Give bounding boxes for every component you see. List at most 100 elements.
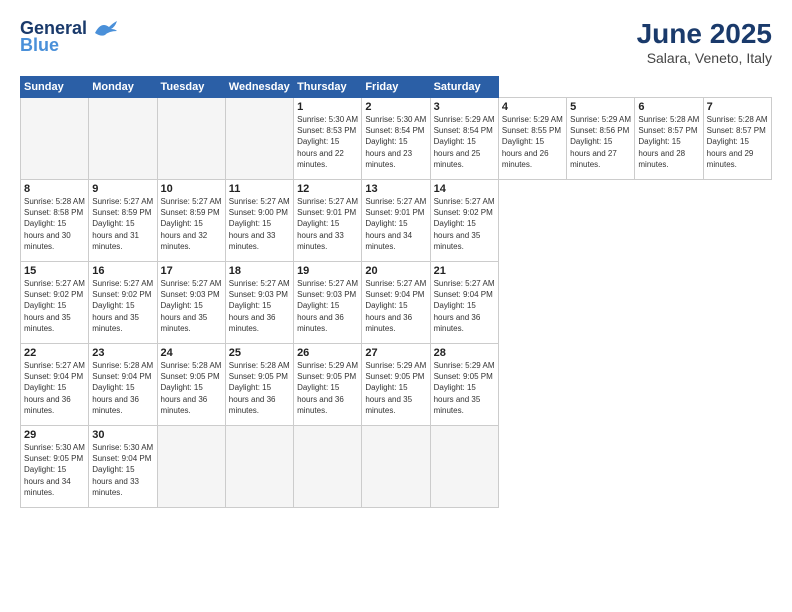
page: General Blue June 2025 Salara, Veneto, I… bbox=[0, 0, 792, 612]
table-cell bbox=[225, 426, 293, 508]
table-cell: 17Sunrise: 5:27 AMSunset: 9:03 PMDayligh… bbox=[157, 262, 225, 344]
col-monday: Monday bbox=[89, 77, 157, 98]
day-info: Sunrise: 5:29 AMSunset: 9:05 PMDaylight:… bbox=[365, 360, 426, 416]
day-info: Sunrise: 5:27 AMSunset: 9:01 PMDaylight:… bbox=[365, 196, 426, 252]
day-number: 3 bbox=[434, 101, 495, 113]
table-cell: 5Sunrise: 5:29 AMSunset: 8:56 PMDaylight… bbox=[567, 98, 635, 180]
table-cell: 30Sunrise: 5:30 AMSunset: 9:04 PMDayligh… bbox=[89, 426, 157, 508]
day-number: 4 bbox=[502, 101, 563, 113]
day-info: Sunrise: 5:27 AMSunset: 9:02 PMDaylight:… bbox=[24, 278, 85, 334]
table-cell: 28Sunrise: 5:29 AMSunset: 9:05 PMDayligh… bbox=[430, 344, 498, 426]
logo-bird-icon bbox=[91, 19, 119, 39]
day-info: Sunrise: 5:27 AMSunset: 9:04 PMDaylight:… bbox=[434, 278, 495, 334]
day-info: Sunrise: 5:30 AMSunset: 9:04 PMDaylight:… bbox=[92, 442, 153, 498]
day-info: Sunrise: 5:27 AMSunset: 9:02 PMDaylight:… bbox=[92, 278, 153, 334]
day-number: 2 bbox=[365, 101, 426, 113]
day-info: Sunrise: 5:27 AMSunset: 9:00 PMDaylight:… bbox=[229, 196, 290, 252]
day-info: Sunrise: 5:30 AMSunset: 9:05 PMDaylight:… bbox=[24, 442, 85, 498]
day-number: 7 bbox=[707, 101, 768, 113]
day-number: 16 bbox=[92, 265, 153, 277]
header: General Blue June 2025 Salara, Veneto, I… bbox=[20, 18, 772, 66]
table-cell: 21Sunrise: 5:27 AMSunset: 9:04 PMDayligh… bbox=[430, 262, 498, 344]
day-info: Sunrise: 5:27 AMSunset: 8:59 PMDaylight:… bbox=[92, 196, 153, 252]
table-cell: 25Sunrise: 5:28 AMSunset: 9:05 PMDayligh… bbox=[225, 344, 293, 426]
header-row: Sunday Monday Tuesday Wednesday Thursday… bbox=[21, 77, 772, 98]
table-cell bbox=[21, 98, 89, 180]
table-cell: 6Sunrise: 5:28 AMSunset: 8:57 PMDaylight… bbox=[635, 98, 703, 180]
table-cell bbox=[157, 98, 225, 180]
table-cell bbox=[157, 426, 225, 508]
day-info: Sunrise: 5:29 AMSunset: 8:56 PMDaylight:… bbox=[570, 114, 631, 170]
day-number: 27 bbox=[365, 347, 426, 359]
day-info: Sunrise: 5:29 AMSunset: 9:05 PMDaylight:… bbox=[434, 360, 495, 416]
day-number: 8 bbox=[24, 183, 85, 195]
table-cell: 14Sunrise: 5:27 AMSunset: 9:02 PMDayligh… bbox=[430, 180, 498, 262]
table-cell: 1Sunrise: 5:30 AMSunset: 8:53 PMDaylight… bbox=[294, 98, 362, 180]
title-block: June 2025 Salara, Veneto, Italy bbox=[637, 18, 772, 66]
day-number: 12 bbox=[297, 183, 358, 195]
table-cell: 2Sunrise: 5:30 AMSunset: 8:54 PMDaylight… bbox=[362, 98, 430, 180]
day-info: Sunrise: 5:30 AMSunset: 8:54 PMDaylight:… bbox=[365, 114, 426, 170]
table-cell: 11Sunrise: 5:27 AMSunset: 9:00 PMDayligh… bbox=[225, 180, 293, 262]
table-cell: 10Sunrise: 5:27 AMSunset: 8:59 PMDayligh… bbox=[157, 180, 225, 262]
table-cell: 27Sunrise: 5:29 AMSunset: 9:05 PMDayligh… bbox=[362, 344, 430, 426]
day-info: Sunrise: 5:29 AMSunset: 8:55 PMDaylight:… bbox=[502, 114, 563, 170]
table-cell: 23Sunrise: 5:28 AMSunset: 9:04 PMDayligh… bbox=[89, 344, 157, 426]
day-number: 30 bbox=[92, 429, 153, 441]
table-cell: 18Sunrise: 5:27 AMSunset: 9:03 PMDayligh… bbox=[225, 262, 293, 344]
day-info: Sunrise: 5:27 AMSunset: 9:04 PMDaylight:… bbox=[365, 278, 426, 334]
calendar-row: 29Sunrise: 5:30 AMSunset: 9:05 PMDayligh… bbox=[21, 426, 772, 508]
table-cell: 19Sunrise: 5:27 AMSunset: 9:03 PMDayligh… bbox=[294, 262, 362, 344]
day-info: Sunrise: 5:28 AMSunset: 8:57 PMDaylight:… bbox=[638, 114, 699, 170]
day-number: 22 bbox=[24, 347, 85, 359]
table-cell: 9Sunrise: 5:27 AMSunset: 8:59 PMDaylight… bbox=[89, 180, 157, 262]
day-number: 25 bbox=[229, 347, 290, 359]
day-info: Sunrise: 5:30 AMSunset: 8:53 PMDaylight:… bbox=[297, 114, 358, 170]
day-number: 14 bbox=[434, 183, 495, 195]
table-cell bbox=[294, 426, 362, 508]
table-cell: 12Sunrise: 5:27 AMSunset: 9:01 PMDayligh… bbox=[294, 180, 362, 262]
calendar-table: Sunday Monday Tuesday Wednesday Thursday… bbox=[20, 76, 772, 508]
day-info: Sunrise: 5:28 AMSunset: 9:04 PMDaylight:… bbox=[92, 360, 153, 416]
day-info: Sunrise: 5:27 AMSunset: 8:59 PMDaylight:… bbox=[161, 196, 222, 252]
day-info: Sunrise: 5:27 AMSunset: 9:03 PMDaylight:… bbox=[297, 278, 358, 334]
table-cell: 3Sunrise: 5:29 AMSunset: 8:54 PMDaylight… bbox=[430, 98, 498, 180]
day-number: 17 bbox=[161, 265, 222, 277]
table-cell: 13Sunrise: 5:27 AMSunset: 9:01 PMDayligh… bbox=[362, 180, 430, 262]
day-number: 29 bbox=[24, 429, 85, 441]
day-info: Sunrise: 5:27 AMSunset: 9:02 PMDaylight:… bbox=[434, 196, 495, 252]
calendar-row: 22Sunrise: 5:27 AMSunset: 9:04 PMDayligh… bbox=[21, 344, 772, 426]
calendar-body: 1Sunrise: 5:30 AMSunset: 8:53 PMDaylight… bbox=[21, 98, 772, 508]
day-info: Sunrise: 5:28 AMSunset: 8:58 PMDaylight:… bbox=[24, 196, 85, 252]
table-cell: 15Sunrise: 5:27 AMSunset: 9:02 PMDayligh… bbox=[21, 262, 89, 344]
calendar-title: June 2025 bbox=[637, 18, 772, 50]
day-number: 10 bbox=[161, 183, 222, 195]
table-cell: 8Sunrise: 5:28 AMSunset: 8:58 PMDaylight… bbox=[21, 180, 89, 262]
day-info: Sunrise: 5:27 AMSunset: 9:01 PMDaylight:… bbox=[297, 196, 358, 252]
col-thursday: Thursday bbox=[294, 77, 362, 98]
col-friday: Friday bbox=[362, 77, 430, 98]
table-cell: 20Sunrise: 5:27 AMSunset: 9:04 PMDayligh… bbox=[362, 262, 430, 344]
table-cell bbox=[225, 98, 293, 180]
col-tuesday: Tuesday bbox=[157, 77, 225, 98]
day-info: Sunrise: 5:28 AMSunset: 8:57 PMDaylight:… bbox=[707, 114, 768, 170]
day-info: Sunrise: 5:27 AMSunset: 9:04 PMDaylight:… bbox=[24, 360, 85, 416]
day-info: Sunrise: 5:27 AMSunset: 9:03 PMDaylight:… bbox=[161, 278, 222, 334]
day-info: Sunrise: 5:29 AMSunset: 9:05 PMDaylight:… bbox=[297, 360, 358, 416]
day-number: 20 bbox=[365, 265, 426, 277]
day-info: Sunrise: 5:27 AMSunset: 9:03 PMDaylight:… bbox=[229, 278, 290, 334]
day-info: Sunrise: 5:28 AMSunset: 9:05 PMDaylight:… bbox=[161, 360, 222, 416]
day-number: 24 bbox=[161, 347, 222, 359]
table-cell: 24Sunrise: 5:28 AMSunset: 9:05 PMDayligh… bbox=[157, 344, 225, 426]
day-number: 21 bbox=[434, 265, 495, 277]
day-info: Sunrise: 5:29 AMSunset: 8:54 PMDaylight:… bbox=[434, 114, 495, 170]
table-cell: 7Sunrise: 5:28 AMSunset: 8:57 PMDaylight… bbox=[703, 98, 771, 180]
day-number: 6 bbox=[638, 101, 699, 113]
calendar-subtitle: Salara, Veneto, Italy bbox=[637, 50, 772, 66]
table-cell bbox=[430, 426, 498, 508]
table-cell bbox=[362, 426, 430, 508]
day-number: 13 bbox=[365, 183, 426, 195]
day-number: 18 bbox=[229, 265, 290, 277]
day-number: 5 bbox=[570, 101, 631, 113]
logo-blue: Blue bbox=[20, 35, 59, 56]
